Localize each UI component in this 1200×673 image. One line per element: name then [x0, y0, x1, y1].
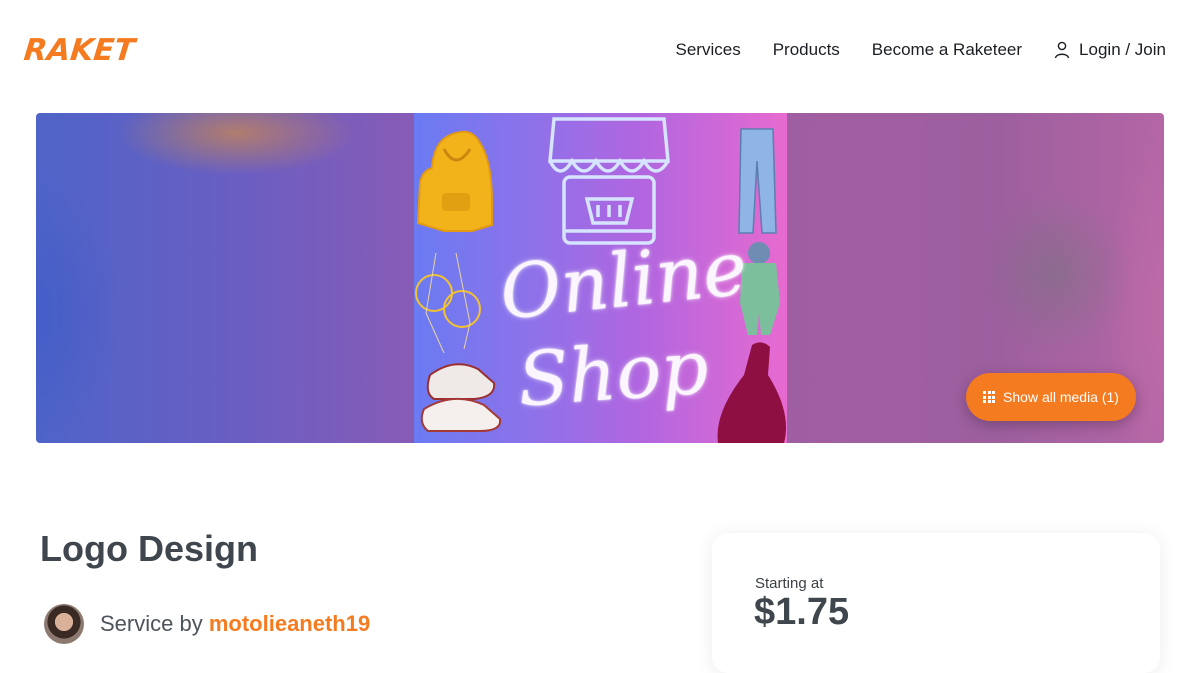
service-byline: Service by motolieaneth19: [44, 604, 370, 644]
nav-services[interactable]: Services: [676, 38, 741, 62]
grid-icon: [983, 391, 996, 403]
user-icon: [1054, 41, 1070, 59]
hoodie-icon: [416, 130, 493, 232]
site-header: RAKET Services Products Become a Raketee…: [0, 0, 1200, 100]
show-all-media-button[interactable]: Show all media (1): [966, 373, 1136, 421]
hero-image[interactable]: Online Shop: [414, 113, 787, 443]
nav-become-raketeer[interactable]: Become a Raketeer: [872, 38, 1022, 62]
starting-at-label: Starting at: [755, 575, 824, 592]
dress-icon: [717, 342, 786, 443]
nav-products[interactable]: Products: [773, 38, 840, 62]
show-all-media-label: Show all media (1): [1003, 389, 1119, 405]
main-nav: Services Products Become a Raketeer Logi…: [676, 38, 1166, 62]
seller-username-link[interactable]: motolieaneth19: [209, 611, 370, 636]
login-join-label: Login / Join: [1079, 40, 1166, 59]
image-text-shop: Shop: [515, 324, 712, 424]
sneakers-icon: [420, 363, 502, 432]
service-by-label: Service by: [100, 611, 203, 636]
raket-logo[interactable]: RAKET: [22, 33, 136, 69]
service-title: Logo Design: [40, 528, 258, 569]
hero-media[interactable]: Online Shop Show all media (1): [36, 113, 1164, 443]
price-value: $1.75: [754, 591, 850, 633]
earrings-icon: [415, 252, 481, 354]
storefront-icon: [548, 117, 670, 245]
seller-avatar[interactable]: [44, 604, 84, 644]
pricing-card: Starting at $1.75: [712, 533, 1160, 673]
login-join-link[interactable]: Login / Join: [1054, 38, 1166, 62]
jeans-icon: [738, 128, 777, 234]
